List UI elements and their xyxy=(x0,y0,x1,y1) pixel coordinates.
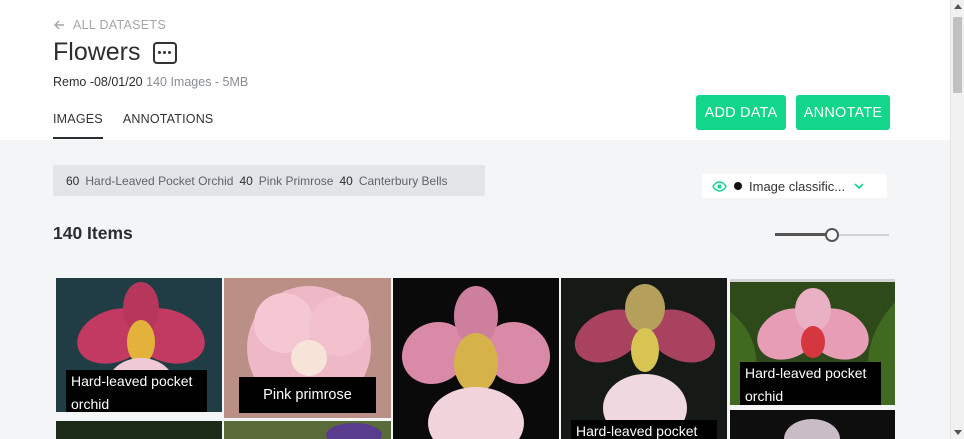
view-select-value: Image classific... xyxy=(749,178,846,194)
image-tile[interactable]: Hard-leaved pocket xyxy=(561,278,727,439)
flower-image xyxy=(224,421,391,439)
scrollbar-thumb[interactable] xyxy=(953,17,962,93)
caption-line: orchid xyxy=(71,396,110,412)
back-to-datasets-link[interactable]: ALL DATASETS xyxy=(53,18,166,32)
flower-image xyxy=(393,278,559,439)
label-count: 40 xyxy=(239,173,253,188)
image-tile[interactable] xyxy=(730,410,895,439)
chevron-down-icon xyxy=(854,182,864,189)
image-caption: Pink primrose xyxy=(239,377,376,413)
label-name: Hard-Leaved Pocket Orchid xyxy=(85,173,234,188)
more-icon-dot xyxy=(158,51,162,54)
label-count: 60 xyxy=(66,173,80,188)
image-tile[interactable] xyxy=(56,421,222,439)
add-data-button[interactable]: ADD DATA xyxy=(696,95,786,130)
caption-line: Hard-leaved pocket xyxy=(71,373,193,389)
flower-image xyxy=(56,421,222,439)
tab-images[interactable]: IMAGES xyxy=(53,112,103,139)
items-count: 140 Items xyxy=(53,223,133,243)
thumbnail-size-slider[interactable] xyxy=(775,228,889,242)
flower-image xyxy=(730,410,895,439)
image-caption: Hard-leaved pocket orchid xyxy=(740,362,881,405)
label-count: 40 xyxy=(339,173,353,188)
annotation-view-select[interactable]: Image classific... xyxy=(702,174,887,198)
caption-line: orchid xyxy=(745,388,784,404)
tab-annotations[interactable]: ANNOTATIONS xyxy=(123,112,214,139)
annotation-color-dot xyxy=(734,182,742,190)
dataset-owner-date: Remo -08/01/20 xyxy=(53,75,143,89)
scroll-up-icon[interactable] xyxy=(954,4,962,9)
annotate-button[interactable]: ANNOTATE xyxy=(796,95,890,130)
dataset-stats: 140 Images - 5MB xyxy=(146,75,249,89)
arrow-left-icon xyxy=(54,20,64,30)
image-tile[interactable] xyxy=(393,278,559,439)
flower-image xyxy=(561,278,727,439)
page-title: Flowers xyxy=(53,38,141,66)
back-link-label: ALL DATASETS xyxy=(73,18,166,32)
more-icon-dot xyxy=(163,51,167,54)
page-scrollbar[interactable] xyxy=(950,0,964,439)
dataset-tabs: IMAGES ANNOTATIONS xyxy=(53,112,213,139)
image-tile[interactable]: Hard-leaved pocket orchid xyxy=(730,279,895,405)
image-caption: Hard-leaved pocket orchid xyxy=(66,370,207,412)
label-name: Pink Primrose xyxy=(258,173,334,188)
more-icon-dot xyxy=(168,51,172,54)
image-caption: Hard-leaved pocket xyxy=(571,420,717,439)
caption-line: Hard-leaved pocket xyxy=(745,365,867,381)
image-tile[interactable]: Hard-leaved pocket orchid xyxy=(56,278,222,412)
label-counts-summary: 60 Hard-Leaved Pocket Orchid 40 Pink Pri… xyxy=(53,165,485,196)
more-options-button[interactable] xyxy=(152,41,177,64)
dataset-meta: Remo -08/01/20 140 Images - 5MB xyxy=(53,75,248,89)
image-tile[interactable]: Pink primrose xyxy=(224,278,391,418)
label-name: Canterbury Bells xyxy=(358,173,448,188)
slider-thumb[interactable] xyxy=(825,228,839,242)
scroll-down-icon[interactable] xyxy=(954,430,962,435)
image-tile[interactable] xyxy=(224,421,391,439)
eye-icon[interactable] xyxy=(712,180,727,192)
slider-fill xyxy=(775,233,827,236)
